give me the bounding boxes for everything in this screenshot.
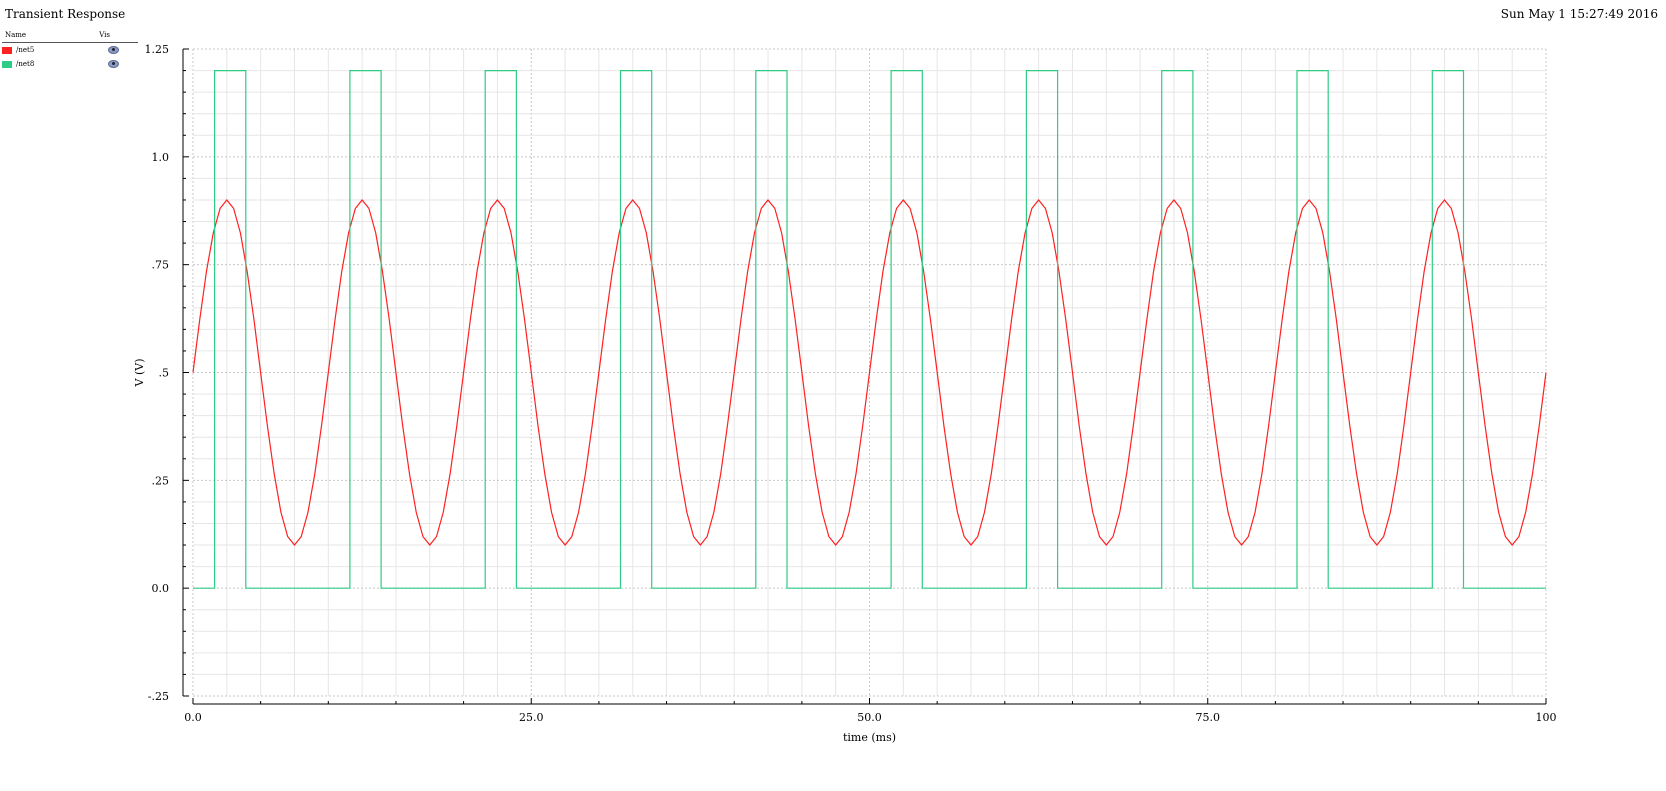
x-axis-label: time (ms) — [843, 731, 896, 744]
axes — [182, 49, 1546, 705]
chart-plot: 0.0 25.0 50.0 75.0 100 -.25 0.0 .25 .5 .75 1.0 1.25… — [133, 43, 1557, 744]
y-tick-label: -.25 — [148, 690, 169, 703]
y-tick-label: 0.0 — [152, 582, 170, 595]
x-tick-label: 75.0 — [1196, 711, 1221, 724]
x-tick-label: 50.0 — [857, 711, 882, 724]
y-tick-label: .25 — [152, 474, 170, 487]
y-tick-label: .75 — [152, 259, 170, 272]
y-tick-label: 1.0 — [152, 151, 170, 164]
x-tick-label: 25.0 — [519, 711, 544, 724]
x-tick-label: 0.0 — [184, 711, 202, 724]
y-tick-label: 1.25 — [145, 43, 170, 56]
x-tick-label: 100 — [1536, 711, 1557, 724]
y-axis-label: V (V) — [133, 359, 146, 388]
y-tick-label: .5 — [159, 367, 170, 380]
